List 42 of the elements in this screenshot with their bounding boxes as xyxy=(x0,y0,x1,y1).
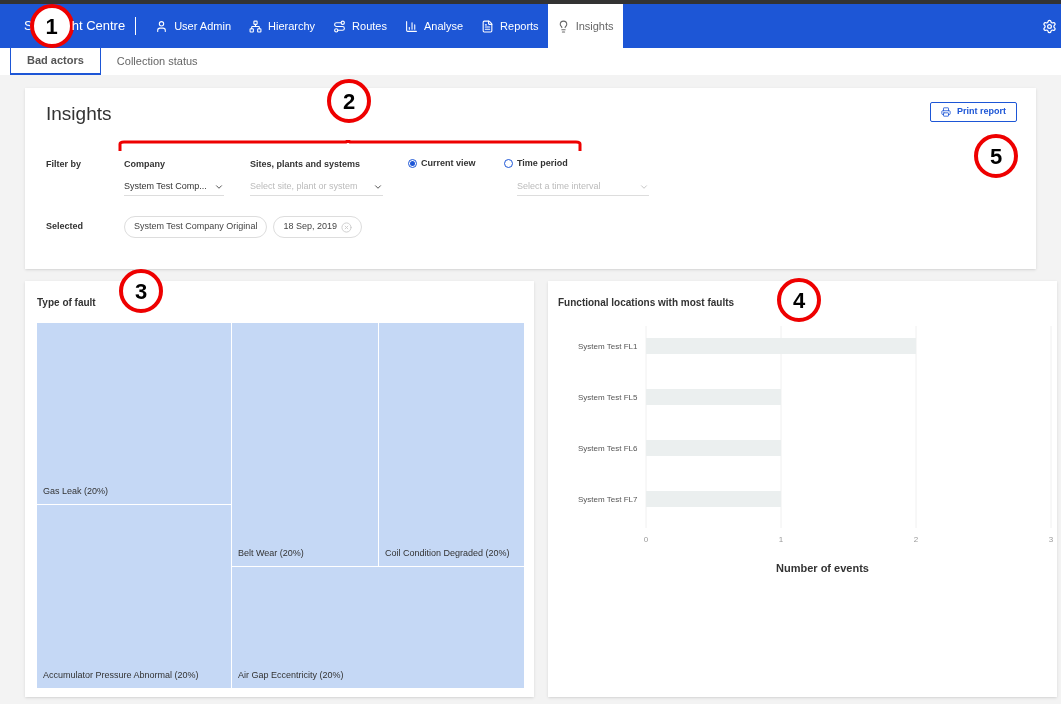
nav-icon xyxy=(404,19,418,33)
settings-icon[interactable] xyxy=(1042,18,1057,34)
sub-tab[interactable]: Bad actors xyxy=(10,48,101,75)
treemap-tile[interactable]: Belt Wear (20%) xyxy=(232,323,378,566)
selected-label: Selected xyxy=(46,220,85,234)
nav-icon xyxy=(155,19,169,33)
axis-tick-label: 0 xyxy=(643,535,649,544)
axis-tick-label: 2 xyxy=(913,535,919,544)
print-report-button[interactable]: Print report xyxy=(930,102,1017,122)
nav-icon xyxy=(333,19,347,33)
sub-tab[interactable]: Collection status xyxy=(100,48,214,75)
category-label: System Test FL6 xyxy=(578,444,638,453)
category-label: System Test FL1 xyxy=(578,342,638,351)
treemap-tile[interactable]: Coil Condition Degraded (20%) xyxy=(379,323,524,566)
callout-marker: 3 xyxy=(119,269,163,313)
card-title: Functional locations with most faults xyxy=(558,296,735,310)
nav-tab[interactable]: Reports xyxy=(472,4,548,48)
callout-marker: 2 xyxy=(327,79,371,123)
nav-tab[interactable]: Hierarchy xyxy=(240,4,325,48)
axis-tick-label: 3 xyxy=(1048,535,1054,544)
category-label: System Test FL7 xyxy=(578,495,638,504)
printer-icon xyxy=(941,107,951,117)
nav-icon xyxy=(249,19,262,33)
page-title: Insights xyxy=(46,102,112,126)
nav-icon xyxy=(481,19,495,33)
card-title: Type of fault xyxy=(37,296,97,310)
treemap-tile[interactable]: Accumulator Pressure Abnormal (20%) xyxy=(37,505,231,688)
category-label: System Test FL5 xyxy=(578,393,638,402)
filter-label: Filter by xyxy=(46,157,82,171)
treemap-tile[interactable]: Air Gap Eccentricity (20%) xyxy=(232,567,524,688)
treemap-tile[interactable]: Gas Leak (20%) xyxy=(37,323,231,504)
field-label: Company xyxy=(124,157,166,171)
nav-tab[interactable]: User Admin xyxy=(146,4,240,48)
field-label: Sites, plants and systems xyxy=(250,157,362,171)
nav-tab[interactable]: Routes xyxy=(324,4,396,48)
radio-option[interactable]: Current view xyxy=(408,154,476,170)
axis-title: Number of events xyxy=(775,561,870,576)
axis-tick-label: 1 xyxy=(778,535,784,544)
nav-tab[interactable]: Analyse xyxy=(395,4,473,48)
radio-option[interactable]: Time period xyxy=(504,154,568,170)
nav-tab[interactable]: Insights xyxy=(547,4,623,48)
company-dropdown[interactable]: System Test Comp... xyxy=(124,178,224,196)
